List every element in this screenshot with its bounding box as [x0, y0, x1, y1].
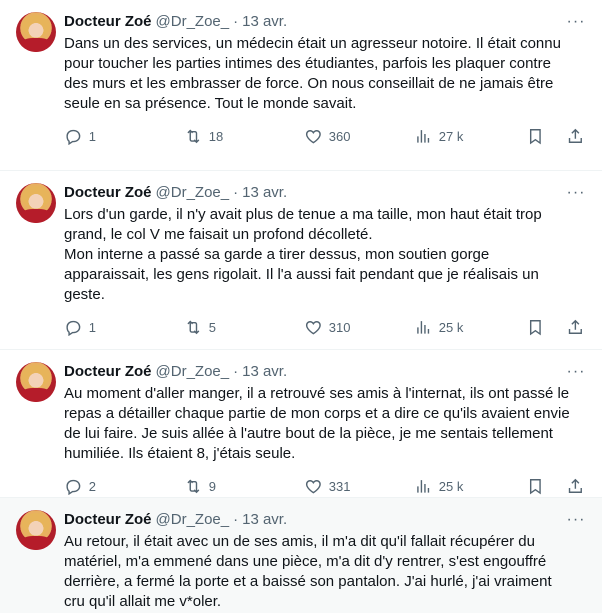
- retweet-icon: [187, 320, 200, 334]
- bookmark-icon: [529, 478, 541, 494]
- author-name[interactable]: Docteur Zoé: [64, 183, 152, 203]
- view-count: 25 k: [438, 478, 464, 494]
- like-count: 331: [328, 478, 351, 494]
- more-options-icon[interactable]: ···: [566, 510, 586, 530]
- author-handle[interactable]: @Dr_Zoe_: [156, 362, 230, 382]
- tweet-date[interactable]: 13 avr.: [242, 183, 287, 203]
- reply-icon: [66, 129, 81, 145]
- action-bar: 1 18 360 27 k: [64, 120, 586, 152]
- avatar[interactable]: [16, 510, 56, 550]
- author-handle[interactable]: @Dr_Zoe_: [156, 183, 230, 203]
- share-button[interactable]: [566, 318, 586, 337]
- avatar[interactable]: [16, 183, 56, 223]
- views-button[interactable]: 25 k: [414, 477, 526, 496]
- tweet-thread: Docteur Zoé @Dr_Zoe_ · 13 avr. Dans un d…: [0, 0, 602, 613]
- reply-count: 1: [88, 319, 96, 335]
- bookmark-button[interactable]: [526, 318, 566, 337]
- tweet-header: Docteur Zoé @Dr_Zoe_ · 13 avr.: [64, 510, 586, 530]
- tweet-date[interactable]: 13 avr.: [242, 362, 287, 382]
- reply-count: 2: [88, 478, 96, 494]
- tweet-text: Au moment d'aller manger, il a retrouvé …: [64, 385, 570, 462]
- tweet-date[interactable]: 13 avr.: [242, 510, 287, 530]
- tweet[interactable]: Docteur Zoé @Dr_Zoe_ · 13 avr. Dans un d…: [0, 0, 602, 171]
- bookmark-button[interactable]: [526, 127, 566, 146]
- author-handle[interactable]: @Dr_Zoe_: [156, 12, 230, 32]
- view-count: 27 k: [438, 128, 464, 144]
- reply-button[interactable]: 1: [64, 318, 184, 337]
- tweet-header: Docteur Zoé @Dr_Zoe_ · 13 avr.: [64, 12, 586, 32]
- views-button[interactable]: 27 k: [414, 127, 526, 146]
- analytics-icon: [417, 320, 430, 334]
- analytics-icon: [417, 479, 430, 493]
- separator-dot: ·: [233, 511, 239, 528]
- tweet-text: Au retour, il était avec un de ses amis,…: [64, 533, 552, 610]
- tweet-header: Docteur Zoé @Dr_Zoe_ · 13 avr.: [64, 183, 586, 203]
- view-count: 25 k: [438, 319, 464, 335]
- heart-icon: [305, 320, 321, 335]
- like-count: 360: [328, 128, 351, 144]
- author-name[interactable]: Docteur Zoé: [64, 510, 152, 530]
- tweet-header: Docteur Zoé @Dr_Zoe_ · 13 avr.: [64, 362, 586, 382]
- like-count: 310: [328, 319, 351, 335]
- heart-icon: [305, 479, 321, 494]
- avatar[interactable]: [16, 12, 56, 52]
- tweet[interactable]: Docteur Zoé @Dr_Zoe_ · 13 avr. Au moment…: [0, 350, 602, 498]
- views-button[interactable]: 25 k: [414, 318, 526, 337]
- reply-button[interactable]: 1: [64, 127, 184, 146]
- share-icon: [568, 478, 582, 493]
- like-button[interactable]: 310: [304, 318, 414, 337]
- like-button[interactable]: 360: [304, 127, 414, 146]
- reply-count: 1: [88, 128, 96, 144]
- retweet-button[interactable]: 5: [184, 318, 304, 337]
- retweet-button[interactable]: 9: [184, 477, 304, 496]
- more-options-icon[interactable]: ···: [566, 12, 586, 32]
- share-icon: [568, 319, 582, 334]
- retweet-button[interactable]: 18: [184, 127, 304, 146]
- separator-dot: ·: [233, 363, 239, 380]
- separator-dot: ·: [233, 184, 239, 201]
- bookmark-button[interactable]: [526, 477, 566, 496]
- share-button[interactable]: [566, 127, 586, 146]
- more-options-icon[interactable]: ···: [566, 362, 586, 382]
- action-bar: 1 5 310 25 k: [64, 311, 586, 343]
- author-name[interactable]: Docteur Zoé: [64, 12, 152, 32]
- reply-button[interactable]: 2: [64, 477, 184, 496]
- heart-icon: [305, 129, 321, 144]
- retweet-count: 9: [208, 478, 216, 494]
- tweet-text: Dans un des services, un médecin était u…: [64, 35, 561, 112]
- share-button[interactable]: [566, 477, 586, 496]
- more-options-icon[interactable]: ···: [566, 183, 586, 203]
- bookmark-icon: [529, 319, 541, 335]
- author-handle[interactable]: @Dr_Zoe_: [156, 510, 230, 530]
- retweet-icon: [187, 479, 200, 493]
- bookmark-icon: [529, 128, 541, 144]
- tweet[interactable]: Docteur Zoé @Dr_Zoe_ · 13 avr. Au retour…: [0, 498, 602, 613]
- tweet-date[interactable]: 13 avr.: [242, 12, 287, 32]
- author-name[interactable]: Docteur Zoé: [64, 362, 152, 382]
- like-button[interactable]: 331: [304, 477, 414, 496]
- reply-icon: [66, 320, 81, 336]
- separator-dot: ·: [233, 13, 239, 30]
- avatar[interactable]: [16, 362, 56, 402]
- retweet-count: 18: [208, 128, 224, 144]
- retweet-icon: [187, 129, 200, 143]
- share-icon: [568, 128, 582, 143]
- reply-icon: [66, 479, 81, 495]
- analytics-icon: [417, 129, 430, 143]
- tweet-text: Lors d'un garde, il n'y avait plus de te…: [64, 206, 542, 303]
- tweet[interactable]: Docteur Zoé @Dr_Zoe_ · 13 avr. Lors d'un…: [0, 171, 602, 350]
- retweet-count: 5: [208, 319, 216, 335]
